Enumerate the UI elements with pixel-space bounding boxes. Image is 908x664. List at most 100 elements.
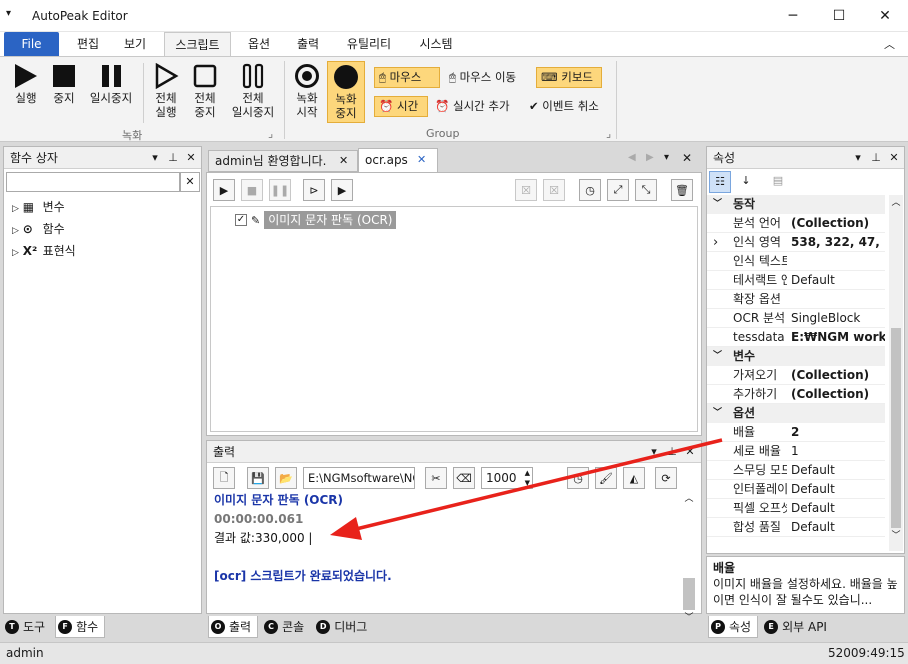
property-scrollbar[interactable]: ︿ ﹀ [889, 195, 903, 551]
pin-icon[interactable]: ⊥ [166, 151, 180, 164]
pin-icon[interactable]: ⊥ [869, 151, 883, 164]
run-button[interactable]: 실행 [8, 63, 44, 105]
tab-ocr-aps[interactable]: ocr.aps ✕ [358, 148, 438, 172]
tab-properties[interactable]: P 속성 [708, 616, 759, 638]
tab-view[interactable]: 보기 [112, 32, 158, 56]
brush-icon[interactable]: 🖌 [595, 467, 617, 489]
property-row[interactable]: 세로 배율 1 [707, 442, 885, 461]
stop-icon[interactable]: ■ [241, 179, 263, 201]
clock-icon[interactable]: ◷ [567, 467, 589, 489]
scroll-down-icon[interactable]: ﹀ [681, 610, 697, 623]
property-row[interactable]: 픽셀 오프셋 Default [707, 499, 885, 518]
property-row[interactable]: 인식 텍스트 [707, 252, 885, 271]
property-row[interactable]: 배율 2 [707, 423, 885, 442]
tab-tools[interactable]: T 도구 [3, 616, 51, 638]
pin-icon[interactable]: ⊥ [665, 445, 679, 458]
scroll-down-icon[interactable]: ﹀ [889, 528, 903, 541]
property-row[interactable]: 분석 언어 (Collection) [707, 214, 885, 233]
eraser-icon[interactable]: ⌫ [453, 467, 475, 489]
paint-bucket-icon[interactable]: ◭ [623, 467, 645, 489]
close-tab-icon[interactable]: ✕ [339, 151, 348, 171]
maximize-button[interactable]: ☐ [816, 0, 862, 32]
output-path-field[interactable]: E:\NGMsoftware\NG [303, 467, 415, 489]
run-all-button[interactable]: 전체 실행 [148, 63, 184, 119]
property-row[interactable]: › 인식 영역 538, 322, 47, 16 [707, 233, 885, 252]
system-menu-icon[interactable]: ▾ [6, 8, 11, 19]
collapse-icon[interactable]: ⤡ [635, 179, 657, 201]
property-value[interactable]: 538, 322, 47, 16 [791, 233, 885, 252]
property-row[interactable]: 합성 품질 Default [707, 518, 885, 537]
property-value[interactable]: Default [791, 271, 885, 290]
tree-item-variable[interactable]: ▷ ▦ 변수 [12, 197, 76, 219]
panel-menu-icon[interactable]: ▾ [851, 151, 865, 164]
open-folder-icon[interactable]: 📂 [275, 467, 297, 489]
stop-all-button[interactable]: 전체 중지 [187, 63, 223, 119]
property-pages-icon[interactable]: ▤ [767, 171, 789, 193]
tab-debug[interactable]: D 디버그 [314, 616, 373, 638]
scroll-thumb[interactable] [891, 328, 901, 528]
expand-icon[interactable]: › [713, 233, 718, 252]
close-document-icon[interactable]: ✕ [682, 151, 692, 165]
collapse-icon[interactable]: ﹀ [713, 404, 722, 423]
number-stepper[interactable]: 1000 ▲ ▼ [481, 467, 533, 489]
rec-group-launcher-icon[interactable]: ⌟ [268, 127, 273, 140]
property-value[interactable]: Default [791, 518, 885, 537]
mouse-move-toggle[interactable]: 🖱 마우스 이동 [444, 67, 536, 88]
new-file-icon[interactable]: 🗋 [213, 467, 235, 489]
ocr-scan-icon[interactable]: ✂ [425, 467, 447, 489]
pause-icon[interactable]: ❚❚ [269, 179, 291, 201]
tab-functions[interactable]: F 함수 [55, 616, 106, 638]
property-value[interactable]: 2 [791, 423, 885, 442]
function-search-input[interactable] [6, 172, 180, 192]
pause-all-button[interactable]: 전체 일시중지 [226, 63, 280, 119]
panel-close-icon[interactable]: ✕ [184, 151, 198, 164]
clear-icon[interactable]: 🗑 [671, 179, 693, 201]
scroll-up-icon[interactable]: ︿ [889, 195, 903, 208]
close-button[interactable]: ✕ [862, 0, 908, 32]
clear-search-button[interactable]: ✕ [180, 172, 200, 192]
property-value[interactable]: Default [791, 461, 885, 480]
collapse-ribbon-icon[interactable]: ︿ [884, 36, 895, 52]
property-row[interactable]: 확장 옵션 [707, 290, 885, 309]
item-checkbox[interactable]: ✓ [235, 214, 247, 226]
stop-button[interactable]: 중지 [46, 63, 82, 105]
property-category[interactable]: ﹀ 변수 [707, 347, 885, 366]
panel-menu-icon[interactable]: ▾ [647, 445, 661, 458]
panel-close-icon[interactable]: ✕ [683, 445, 697, 458]
scroll-right-icon[interactable]: ▶ [646, 152, 654, 163]
minimize-button[interactable]: ─ [770, 0, 816, 32]
collapse-icon[interactable]: ﹀ [713, 347, 722, 366]
alphabetical-icon[interactable]: ↓ [735, 171, 757, 193]
tab-system[interactable]: 시스템 [406, 32, 466, 56]
property-value[interactable]: E:₩NGM work p [791, 328, 885, 347]
delete-icon[interactable]: ☒ [515, 179, 537, 201]
tab-utility[interactable]: 유틸리티 [336, 32, 402, 56]
keyboard-toggle[interactable]: ⌨ 키보드 [536, 67, 602, 88]
property-value[interactable]: Default [791, 480, 885, 499]
property-value[interactable]: Default [791, 499, 885, 518]
property-value[interactable]: SingleBlock [791, 309, 885, 328]
tab-edit[interactable]: 편집 [64, 32, 112, 56]
panel-close-icon[interactable]: ✕ [887, 151, 901, 164]
output-scrollbar[interactable]: ︿ ﹀ [681, 491, 697, 623]
refresh-icon[interactable]: ⟳ [655, 467, 677, 489]
file-tab[interactable]: File [4, 32, 59, 56]
spin-icon[interactable]: ▲ ▼ [525, 468, 530, 488]
tab-output[interactable]: 출력 [284, 32, 332, 56]
property-row[interactable]: tessdata 폴더 E:₩NGM work p [707, 328, 885, 347]
property-row[interactable]: OCR 분석 SingleBlock [707, 309, 885, 328]
property-value[interactable]: (Collection) [791, 366, 885, 385]
scroll-thumb[interactable] [683, 578, 695, 610]
step-icon[interactable]: ⊳ [303, 179, 325, 201]
tab-external-api[interactable]: E 외부 API [762, 616, 833, 638]
categorized-icon[interactable]: ☷ [709, 171, 731, 193]
tree-item-expression[interactable]: ▷ X² 표현식 [12, 241, 76, 263]
tab-options[interactable]: 옵션 [236, 32, 282, 56]
group-launcher-icon[interactable]: ⌟ [606, 127, 611, 140]
time-toggle[interactable]: ⏰ 시간 [374, 96, 428, 117]
scroll-left-icon[interactable]: ◀ [628, 152, 636, 163]
property-row[interactable]: 가져오기 (Collection) [707, 366, 885, 385]
property-row[interactable]: 인터폴레이션 Default [707, 480, 885, 499]
property-value[interactable]: 1 [791, 442, 885, 461]
record-stop-button[interactable]: 녹화 중지 [327, 61, 365, 123]
